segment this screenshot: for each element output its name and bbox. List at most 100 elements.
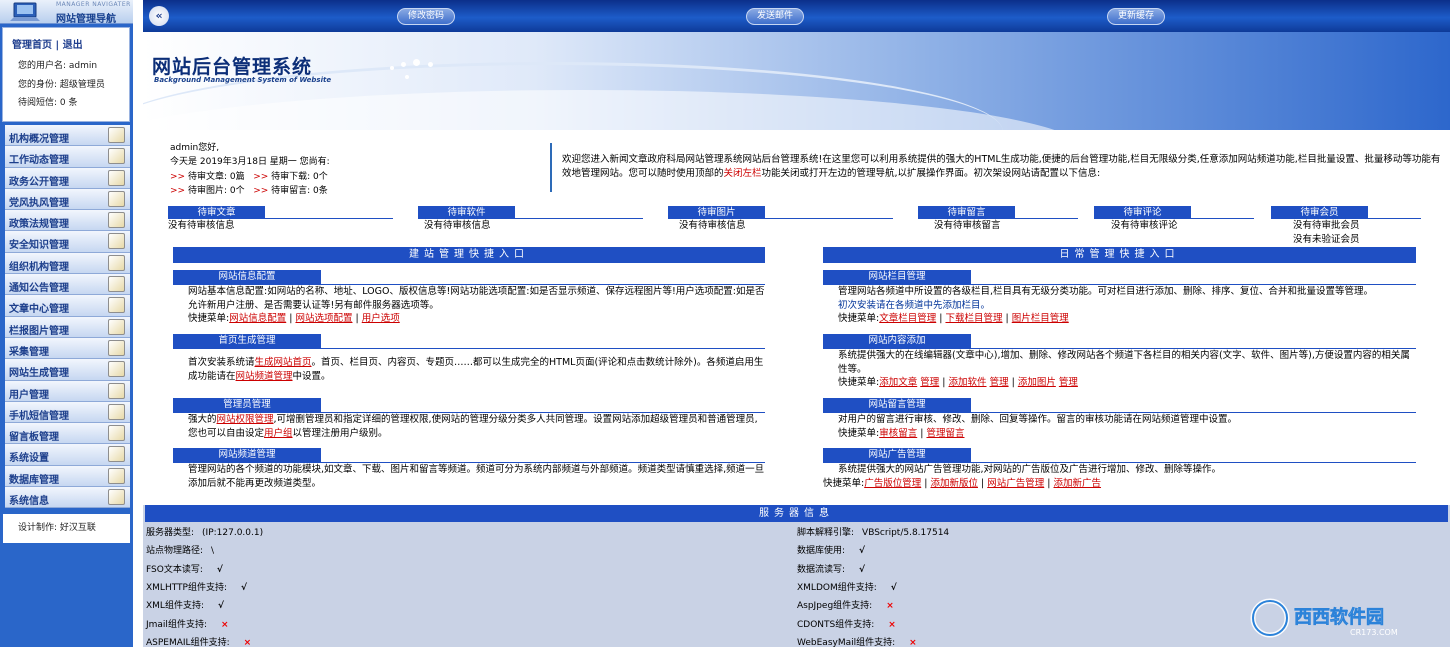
sidebar: MANAGER NAVIGATER 网站管理导航 管理首页 | 退出 您的用户名… <box>0 0 133 647</box>
manage-image-link[interactable]: 管理 <box>1059 377 1078 388</box>
add-ad-slot-link[interactable]: 添加新版位 <box>930 478 978 489</box>
sidebar-item[interactable]: 通知公告管理 <box>5 274 130 296</box>
sidebar-item-label: 通知公告管理 <box>9 283 69 295</box>
permission-link[interactable]: 网站权限管理 <box>217 414 274 425</box>
internal-channel-link[interactable]: 系统内部频道 <box>524 464 581 475</box>
site-info-config-link[interactable]: 网站信息配置 <box>229 313 286 324</box>
sidebar-item[interactable]: 文章中心管理 <box>5 295 130 317</box>
site-info-quickmenu: 快捷菜单:网站信息配置 | 网站选项配置 | 用户选项 <box>188 313 400 324</box>
check-icon: √ <box>216 564 223 575</box>
update-cache-button[interactable]: 更新缓存 <box>1107 8 1165 25</box>
sidebar-item[interactable]: 系统信息 <box>5 487 130 509</box>
external-channel-link[interactable]: 外部频道 <box>590 464 628 475</box>
add-software-link[interactable]: 添加软件 <box>949 377 987 388</box>
site-options-link[interactable]: 网站选项配置 <box>295 313 352 324</box>
guestbook-desc: 对用户的留言进行审核、修改、删除、回复等操作。留言的审核功能请在网站频道管理中设… <box>838 414 1238 425</box>
send-mail-button[interactable]: 发送邮件 <box>746 8 804 25</box>
cross-icon: × <box>909 637 917 648</box>
manage-messages-link[interactable]: 管理留言 <box>926 428 964 439</box>
design-credit: 设计制作: 好汉互联 <box>3 514 130 543</box>
cross-icon: × <box>220 619 229 630</box>
review-messages-link[interactable]: 审核留言 <box>879 428 917 439</box>
online-editor-link[interactable]: 在线编辑器 <box>905 350 953 361</box>
site-info-title: 网站信息配置 <box>173 270 321 284</box>
check-icon: √ <box>217 601 224 612</box>
ads-manage-link[interactable]: 网站广告管理 <box>987 478 1044 489</box>
sidebar-item-label: 工作动态管理 <box>9 155 69 167</box>
close-left-link[interactable]: 关闭左栏 <box>724 168 762 179</box>
pending-value-members: 没有待审批会员 没有未验证会员 <box>1293 220 1360 245</box>
site-info-desc: 网站基本信息配置:如网站的名称、地址、LOGO、版权信息等!网站功能选项配置:如… <box>188 286 765 311</box>
download-column-link[interactable]: 下载栏目管理 <box>945 313 1002 324</box>
pending-header-messages: 待审留言 <box>918 205 1078 220</box>
add-article-link[interactable]: 添加文章 <box>879 377 917 388</box>
column-title: 网站栏目管理 <box>823 270 971 284</box>
daily-shortcuts-header: 日常管理快捷入口 <box>823 247 1416 263</box>
sidebar-item-label: 栏报图片管理 <box>9 325 69 337</box>
decor-dot <box>405 75 409 79</box>
server-info-row: 服务器类型: (IP:127.0.0.1) <box>146 528 264 538</box>
sidebar-item[interactable]: 安全知识管理 <box>5 231 130 253</box>
server-info-row: 脚本解释引擎: VBScript/5.8.17514 <box>797 528 950 538</box>
sidebar-item[interactable]: 机构概况管理 <box>5 125 130 147</box>
ads-block: 网站广告管理 系统提供强大的网站广告管理功能,对网站的广告版位及广告进行增加、修… <box>823 448 1416 490</box>
globe-icon <box>108 361 125 378</box>
sidebar-item[interactable]: 采集管理 <box>5 337 130 360</box>
ad-slot-manage-link[interactable]: 广告版位管理 <box>864 478 921 489</box>
notepad-icon <box>108 297 125 314</box>
admin-block: 管理员管理 强大的网站权限管理,可增删管理员和指定详细的管理权限,使网站的管理分… <box>173 398 765 440</box>
server-info-row: XMLHTTP组件支持: √ <box>146 582 248 593</box>
manage-article-link[interactable]: 管理 <box>920 377 939 388</box>
sidebar-item-label: 数据库管理 <box>9 474 59 486</box>
pending-header-articles: 待审文章 <box>168 205 393 220</box>
guestbook-channel-link[interactable]: 网站频道管理 <box>1142 414 1199 425</box>
sidebar-item[interactable]: 系统设置 <box>5 444 130 466</box>
pending-value-articles: 没有待审核信息 <box>168 220 235 231</box>
home-logout-links[interactable]: 管理首页 | 退出 <box>12 36 83 51</box>
lock-icon <box>108 467 125 484</box>
article-column-link[interactable]: 文章栏目管理 <box>879 313 936 324</box>
decor-dot <box>401 62 406 67</box>
watermark-logo: 西西软件园 CR173.COM <box>1250 598 1398 638</box>
ads-manage-inline-link[interactable]: 网站广告管理 <box>905 464 962 475</box>
sidebar-logo: MANAGER NAVIGATER 网站管理导航 <box>0 0 133 25</box>
sidebar-item[interactable]: 数据库管理 <box>5 465 130 488</box>
sidebar-item[interactable]: 党风执风管理 <box>5 188 130 211</box>
pending-value-images: 没有待审核信息 <box>679 220 746 231</box>
site-info-block: 网站信息配置 网站基本信息配置:如网站的名称、地址、LOGO、版权信息等!网站功… <box>173 270 765 326</box>
sidebar-item[interactable]: 工作动态管理 <box>5 146 130 168</box>
add-ad-link[interactable]: 添加新广告 <box>1054 478 1102 489</box>
super-admin-link[interactable]: 超级管理员 <box>650 414 698 425</box>
image-column-link[interactable]: 图片栏目管理 <box>1012 313 1069 324</box>
sidebar-item-label: 系统信息 <box>9 496 49 508</box>
pending-header-members: 待审会员 <box>1271 205 1421 220</box>
change-password-button[interactable]: 修改密码 <box>397 8 455 25</box>
user-options-link[interactable]: 用户选项 <box>362 313 400 324</box>
homepage-desc: 首次安装系统请生成网站首页。首页、栏目页、内容页、专题页……都可以生成完全的HT… <box>188 357 764 382</box>
sidebar-item[interactable]: 政务公开管理 <box>5 167 130 189</box>
pending-header-comments: 待审评论 <box>1094 205 1254 220</box>
sidebar-item[interactable]: 栏报图片管理 <box>5 316 130 338</box>
notepad-icon <box>108 127 125 143</box>
channel-manage-link[interactable]: 网站频道管理 <box>236 371 293 382</box>
sidebar-item-label: 网站生成管理 <box>9 368 69 380</box>
notepad-icon <box>108 169 125 186</box>
sidebar-item[interactable]: 政策法规管理 <box>5 210 130 232</box>
generate-homepage-link[interactable]: 生成网站首页 <box>255 357 312 368</box>
channel-title: 网站频道管理 <box>173 448 321 462</box>
normal-admin-link[interactable]: 普通管理员 <box>707 414 755 425</box>
gears-icon <box>108 489 125 506</box>
site-shortcuts-header: 建站管理快捷入口 <box>173 247 765 263</box>
add-image-link[interactable]: 添加图片 <box>1018 377 1056 388</box>
sidebar-item[interactable]: 手机短信管理 <box>5 401 130 424</box>
sidebar-item[interactable]: 留言板管理 <box>5 423 130 445</box>
sidebar-item[interactable]: 网站生成管理 <box>5 359 130 381</box>
sidebar-item[interactable]: 用户管理 <box>5 380 130 402</box>
collapse-sidebar-icon[interactable]: « <box>149 6 169 26</box>
sidebar-item[interactable]: 组织机构管理 <box>5 252 130 275</box>
guestbook-title: 网站留言管理 <box>823 398 971 412</box>
manage-software-link[interactable]: 管理 <box>990 377 1009 388</box>
top-toolbar: « 修改密码 发送邮件 更新缓存 <box>143 0 1450 32</box>
user-group-link[interactable]: 用户组 <box>264 428 293 439</box>
column-quickmenu: 快捷菜单:文章栏目管理 | 下载栏目管理 | 图片栏目管理 <box>838 313 1069 324</box>
